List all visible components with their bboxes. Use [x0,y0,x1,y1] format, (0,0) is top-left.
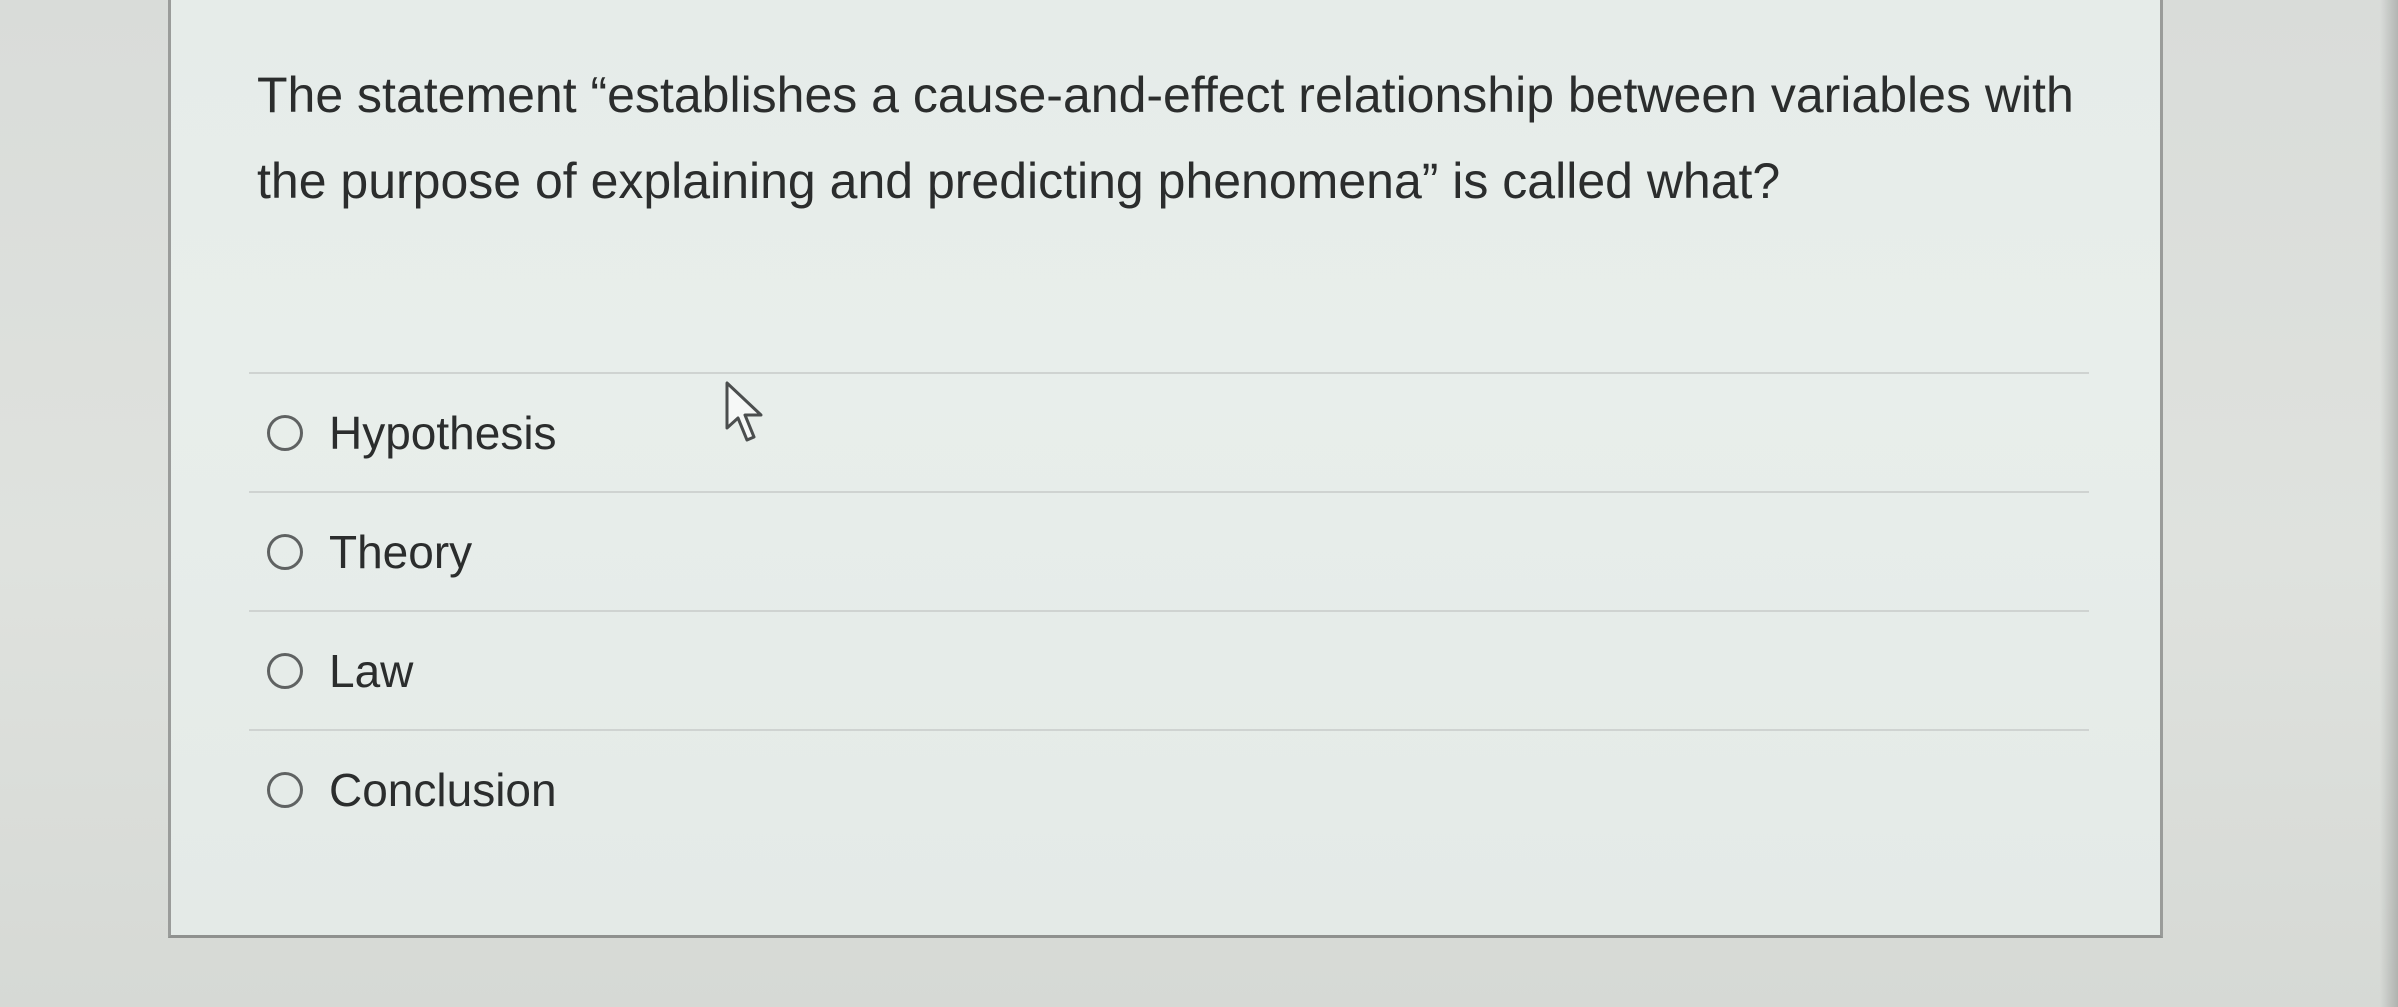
radio-unselected-icon[interactable] [267,533,303,570]
choice-law[interactable]: Law [249,610,2089,729]
question-card: The statement “establishes a cause-and-e… [168,0,2163,938]
answer-choices: Hypothesis Theory Law Conclusion [249,372,2089,848]
choice-label: Hypothesis [329,406,557,459]
page-edge-shadow [2380,0,2398,1007]
radio-unselected-icon[interactable] [267,414,303,451]
mouse-pointer-icon [725,381,763,442]
radio-unselected-icon[interactable] [267,771,303,808]
choice-hypothesis[interactable]: Hypothesis [249,372,2089,491]
question-text: The statement “establishes a cause-and-e… [257,67,2074,209]
choice-label: Theory [329,525,473,578]
choice-theory[interactable]: Theory [249,491,2089,610]
choice-label: Law [329,644,414,697]
choice-conclusion[interactable]: Conclusion [249,729,2089,848]
radio-unselected-icon[interactable] [267,652,303,689]
choice-label: Conclusion [329,763,557,816]
